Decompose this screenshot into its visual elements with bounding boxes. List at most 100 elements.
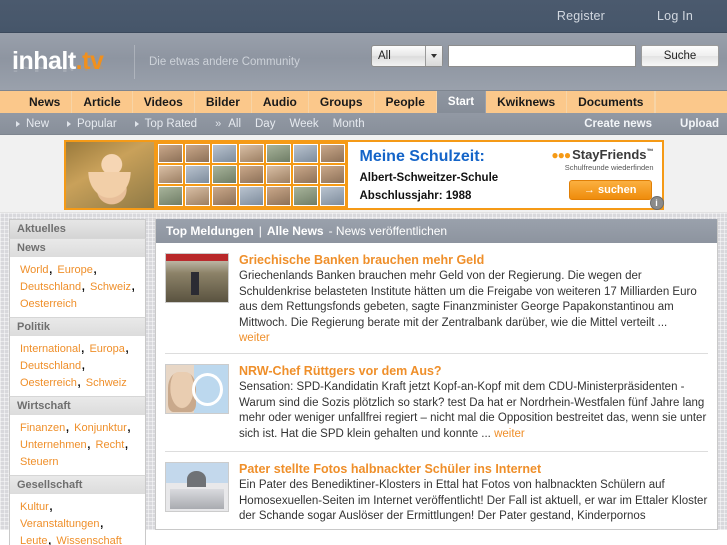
nav-tab-audio[interactable]: Audio bbox=[252, 91, 309, 113]
top-utility-bar: Register Log In bbox=[0, 0, 727, 33]
monastery-thumbnail[interactable] bbox=[165, 462, 229, 512]
create-news-link[interactable]: Create news bbox=[584, 118, 652, 130]
ad-face-thumb bbox=[293, 186, 319, 206]
search-input[interactable] bbox=[448, 45, 636, 67]
header-separator: | bbox=[258, 224, 262, 238]
alle-news-link[interactable]: Alle News bbox=[267, 224, 324, 238]
range-all[interactable]: All bbox=[228, 118, 241, 130]
bank-entrance-thumbnail[interactable] bbox=[165, 253, 229, 303]
nav-tab-kwiknews[interactable]: Kwiknews bbox=[486, 91, 568, 113]
sort-top-rated-label[interactable]: Top Rated bbox=[145, 118, 197, 130]
article-more-link[interactable]: weiter bbox=[239, 332, 708, 344]
ad-face-thumb bbox=[211, 143, 237, 163]
sidebar-link[interactable]: World bbox=[20, 264, 49, 276]
search-scope-value: All bbox=[378, 50, 391, 62]
main-navigation: News Article Videos Bilder Audio Groups … bbox=[0, 91, 727, 113]
article-item: Pater stellte Fotos halbnackter Schüler … bbox=[156, 452, 717, 525]
article-excerpt: Ein Pater des Benediktiner-Klosters in E… bbox=[239, 479, 708, 522]
ad-face-thumb bbox=[293, 164, 319, 185]
sidebar-links-gesellschaft: Kultur, Veranstaltungen, Leute, Wissensc… bbox=[9, 494, 146, 545]
sidebar-link[interactable]: Finanzen bbox=[20, 422, 65, 434]
ad-face-thumb bbox=[211, 164, 237, 185]
sidebar-link[interactable]: Deutschland bbox=[20, 360, 81, 372]
stayfriends-ad-banner[interactable]: Meine Schulzeit: Albert-Schweitzer-Schul… bbox=[63, 139, 664, 210]
ad-face-thumb bbox=[184, 164, 210, 185]
sidebar-link[interactable]: Konjunktur bbox=[74, 422, 127, 434]
page-body: Aktuelles News World, Europe, Deutschlan… bbox=[0, 213, 727, 545]
ad-copy: Meine Schulzeit: Albert-Schweitzer-Schul… bbox=[348, 142, 662, 208]
subnav-actions: Create news Upload bbox=[584, 118, 719, 130]
search-button[interactable]: Suche bbox=[641, 45, 719, 67]
sidebar-links-wirtschaft: Finanzen, Konjunktur, Unternehmen, Recht… bbox=[9, 415, 146, 475]
site-logo[interactable]: inhalt.tv inhalt.tv bbox=[12, 49, 124, 74]
advertisement-zone: Meine Schulzeit: Albert-Schweitzer-Schul… bbox=[0, 135, 727, 213]
sidebar-link[interactable]: Wissenschaft bbox=[56, 535, 121, 545]
ad-face-thumb bbox=[266, 143, 292, 163]
nav-tab-news[interactable]: News bbox=[18, 91, 73, 113]
triangle-right-icon bbox=[134, 120, 139, 127]
brand-search-band: inhalt.tv inhalt.tv Die etwas andere Com… bbox=[0, 33, 727, 91]
sort-new[interactable]: New bbox=[16, 118, 49, 130]
upload-link[interactable]: Upload bbox=[680, 118, 719, 130]
logo-word: inhalt bbox=[12, 47, 76, 75]
nav-tab-videos[interactable]: Videos bbox=[133, 91, 195, 113]
nav-tab-documents[interactable]: Documents bbox=[567, 91, 656, 113]
sidebar-link[interactable]: Oesterreich bbox=[20, 298, 77, 310]
article-title[interactable]: NRW-Chef Rüttgers vor dem Aus? bbox=[239, 364, 708, 378]
search-scope-select[interactable]: All bbox=[371, 45, 443, 67]
sidebar-link[interactable]: Recht bbox=[96, 439, 125, 451]
sidebar-section-politik[interactable]: Politik bbox=[9, 317, 146, 336]
nav-tab-bilder[interactable]: Bilder bbox=[195, 91, 252, 113]
nav-filler bbox=[655, 91, 727, 113]
main-content: Top Meldungen | Alle News - News veröffe… bbox=[155, 219, 718, 530]
sidebar-link[interactable]: Leute bbox=[20, 535, 48, 545]
sidebar-section-gesellschaft[interactable]: Gesellschaft bbox=[9, 475, 146, 494]
article-body: Griechische Banken brauchen mehr Geld Gr… bbox=[239, 253, 708, 344]
range-week[interactable]: Week bbox=[289, 118, 318, 130]
sidebar-link[interactable]: Veranstaltungen bbox=[20, 518, 100, 530]
register-link[interactable]: Register bbox=[557, 9, 605, 23]
sidebar-link[interactable]: Steuern bbox=[20, 456, 59, 468]
nav-tab-start[interactable]: Start bbox=[436, 91, 487, 113]
sidebar-link[interactable]: International bbox=[20, 343, 81, 355]
sidebar-link[interactable]: Kultur bbox=[20, 501, 49, 513]
ad-face-thumb bbox=[157, 143, 183, 163]
article-title[interactable]: Pater stellte Fotos halbnackter Schüler … bbox=[239, 462, 708, 476]
chevron-down-icon[interactable] bbox=[425, 46, 442, 66]
range-month[interactable]: Month bbox=[333, 118, 365, 130]
sidebar-link[interactable]: Unternehmen bbox=[20, 439, 87, 451]
sidebar-links-politik: International, Europa, Deutschland, Oest… bbox=[9, 336, 146, 396]
sidebar-link[interactable]: Schweiz bbox=[86, 377, 127, 389]
info-icon[interactable]: i bbox=[649, 195, 664, 210]
nav-tab-people[interactable]: People bbox=[375, 91, 437, 113]
range-day[interactable]: Day bbox=[255, 118, 275, 130]
article-body: Pater stellte Fotos halbnackter Schüler … bbox=[239, 462, 708, 525]
article-more-link[interactable]: weiter bbox=[494, 428, 525, 440]
nav-tab-groups[interactable]: Groups bbox=[309, 91, 375, 113]
publish-news-link[interactable]: - News veröffentlichen bbox=[329, 224, 448, 238]
sidebar-link[interactable]: Oesterreich bbox=[20, 377, 77, 389]
ad-image-collage bbox=[65, 141, 348, 208]
top-meldungen-link[interactable]: Top Meldungen bbox=[166, 224, 254, 238]
search-area: All Suche bbox=[371, 45, 719, 67]
login-link[interactable]: Log In bbox=[657, 9, 693, 23]
sidebar-link[interactable]: Schweiz bbox=[90, 281, 131, 293]
sidebar-link[interactable]: Europe bbox=[57, 264, 92, 276]
people-group-icon: ●●● bbox=[551, 147, 571, 162]
sidebar-link[interactable]: Europa bbox=[89, 343, 124, 355]
ad-face-thumb bbox=[157, 164, 183, 185]
ad-brand-tagline: Schulfreunde wiederfinden bbox=[564, 162, 654, 172]
sidebar-section-news[interactable]: News bbox=[9, 238, 146, 257]
politician-portrait-thumbnail[interactable] bbox=[165, 364, 229, 414]
ad-search-button[interactable]: → suchen bbox=[568, 179, 652, 200]
sort-popular-label[interactable]: Popular bbox=[77, 118, 117, 130]
sidebar: Aktuelles News World, Europe, Deutschlan… bbox=[9, 219, 146, 545]
nav-tab-article[interactable]: Article bbox=[72, 91, 133, 113]
sort-popular[interactable]: Popular bbox=[67, 118, 117, 130]
ad-brand-name: ●●● StayFriends™ bbox=[551, 146, 654, 162]
article-title[interactable]: Griechische Banken brauchen mehr Geld bbox=[239, 253, 708, 267]
sidebar-link[interactable]: Deutschland bbox=[20, 281, 81, 293]
sort-top-rated[interactable]: Top Rated bbox=[134, 118, 197, 130]
sidebar-section-wirtschaft[interactable]: Wirtschaft bbox=[9, 396, 146, 415]
sort-new-label[interactable]: New bbox=[26, 118, 49, 130]
